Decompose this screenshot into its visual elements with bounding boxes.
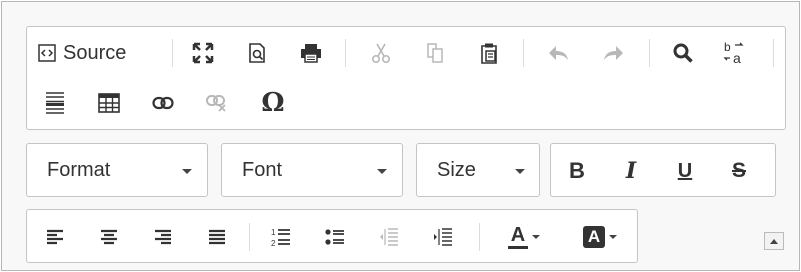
chevron-down-icon bbox=[182, 169, 192, 174]
background-color-icon: A bbox=[583, 226, 605, 248]
align-right-button[interactable] bbox=[145, 219, 181, 255]
size-label: Size bbox=[437, 159, 476, 181]
format-label: Format bbox=[47, 159, 111, 181]
table-icon bbox=[98, 93, 120, 113]
print-button[interactable] bbox=[293, 35, 329, 71]
paste-icon bbox=[479, 42, 499, 64]
preview-icon bbox=[247, 42, 267, 64]
collapse-toolbar-icon bbox=[770, 238, 778, 244]
justify-button[interactable] bbox=[199, 219, 235, 255]
separator bbox=[172, 39, 173, 67]
indent-button[interactable] bbox=[425, 219, 461, 255]
find-button[interactable] bbox=[665, 35, 701, 71]
horizontal-rule-icon bbox=[45, 91, 65, 115]
print-icon bbox=[300, 43, 322, 63]
source-button[interactable]: Source bbox=[37, 35, 159, 71]
indent-icon bbox=[433, 228, 453, 246]
font-combo[interactable]: Font bbox=[221, 143, 403, 197]
separator bbox=[479, 223, 480, 251]
svg-text:2: 2 bbox=[271, 239, 276, 247]
bold-button[interactable]: B bbox=[557, 153, 597, 189]
replace-button[interactable]: ba bbox=[717, 33, 753, 73]
italic-button[interactable]: I bbox=[611, 153, 651, 189]
chevron-down-icon bbox=[532, 235, 540, 239]
strike-icon: S bbox=[731, 159, 746, 182]
format-combo[interactable]: Format bbox=[26, 143, 208, 197]
justify-icon bbox=[208, 228, 226, 246]
svg-text:b: b bbox=[724, 40, 731, 54]
editor-toolbar: Source b a Ω Format Font Size B I U S 1 … bbox=[1, 1, 800, 271]
chevron-down-icon bbox=[515, 169, 525, 174]
omega-icon: Ω bbox=[261, 88, 285, 118]
toolbar-group-styles: B I U S bbox=[550, 143, 776, 197]
align-center-button[interactable] bbox=[91, 219, 127, 255]
numbered-list-icon: 12 bbox=[271, 227, 291, 247]
separator bbox=[773, 39, 774, 67]
svg-text:a: a bbox=[733, 50, 741, 66]
table-button[interactable] bbox=[91, 85, 127, 121]
text-color-bar bbox=[508, 246, 528, 249]
paste-button[interactable] bbox=[471, 35, 507, 71]
copy-button[interactable] bbox=[417, 35, 453, 71]
maximize-button[interactable] bbox=[185, 35, 221, 71]
underline-button[interactable]: U bbox=[665, 153, 705, 189]
toolbar-group-paragraph: 12 A A bbox=[26, 209, 638, 263]
redo-button[interactable] bbox=[595, 35, 631, 71]
numbered-list-button[interactable]: 12 bbox=[263, 219, 299, 255]
strike-button[interactable]: S bbox=[719, 153, 759, 189]
collapse-toolbar-button[interactable] bbox=[764, 232, 784, 250]
background-color-button[interactable]: A bbox=[573, 219, 627, 255]
separator bbox=[345, 39, 346, 67]
background-color-glyph: A bbox=[587, 227, 601, 246]
align-left-icon bbox=[46, 228, 64, 246]
chevron-down-icon bbox=[609, 235, 617, 239]
copy-icon bbox=[425, 42, 445, 64]
unlink-icon bbox=[206, 94, 228, 112]
link-button[interactable] bbox=[145, 85, 181, 121]
bulleted-list-button[interactable] bbox=[317, 219, 353, 255]
italic-icon: I bbox=[625, 158, 637, 184]
find-icon bbox=[672, 42, 694, 64]
link-icon bbox=[152, 96, 174, 110]
align-left-button[interactable] bbox=[37, 219, 73, 255]
separator bbox=[249, 223, 250, 251]
font-label: Font bbox=[242, 159, 283, 181]
cut-button[interactable] bbox=[363, 35, 399, 71]
align-center-icon bbox=[100, 228, 118, 246]
redo-icon bbox=[602, 45, 624, 61]
source-label: Source bbox=[63, 41, 127, 64]
special-char-button[interactable]: Ω bbox=[253, 83, 293, 123]
toolbar-group-main: Source b a Ω bbox=[26, 26, 786, 130]
outdent-button[interactable] bbox=[371, 219, 407, 255]
text-color-button[interactable]: A bbox=[497, 219, 551, 255]
separator bbox=[523, 39, 524, 67]
underline-icon: U bbox=[677, 159, 693, 182]
replace-icon: ba bbox=[723, 40, 747, 66]
preview-button[interactable] bbox=[239, 35, 275, 71]
outdent-icon bbox=[379, 228, 399, 246]
unlink-button[interactable] bbox=[199, 85, 235, 121]
svg-text:1: 1 bbox=[271, 228, 276, 237]
maximize-icon bbox=[192, 42, 214, 64]
chevron-down-icon bbox=[377, 169, 387, 174]
text-color-glyph: A bbox=[510, 224, 526, 246]
separator bbox=[649, 39, 650, 67]
undo-button[interactable] bbox=[541, 35, 577, 71]
horizontal-rule-button[interactable] bbox=[37, 85, 73, 121]
bulleted-list-icon bbox=[325, 228, 345, 246]
source-icon bbox=[37, 43, 57, 63]
align-right-icon bbox=[154, 228, 172, 246]
text-color-icon: A bbox=[508, 225, 528, 249]
size-combo[interactable]: Size bbox=[416, 143, 540, 197]
cut-icon bbox=[371, 42, 391, 64]
undo-icon bbox=[548, 45, 570, 61]
bold-icon: B bbox=[569, 158, 585, 183]
